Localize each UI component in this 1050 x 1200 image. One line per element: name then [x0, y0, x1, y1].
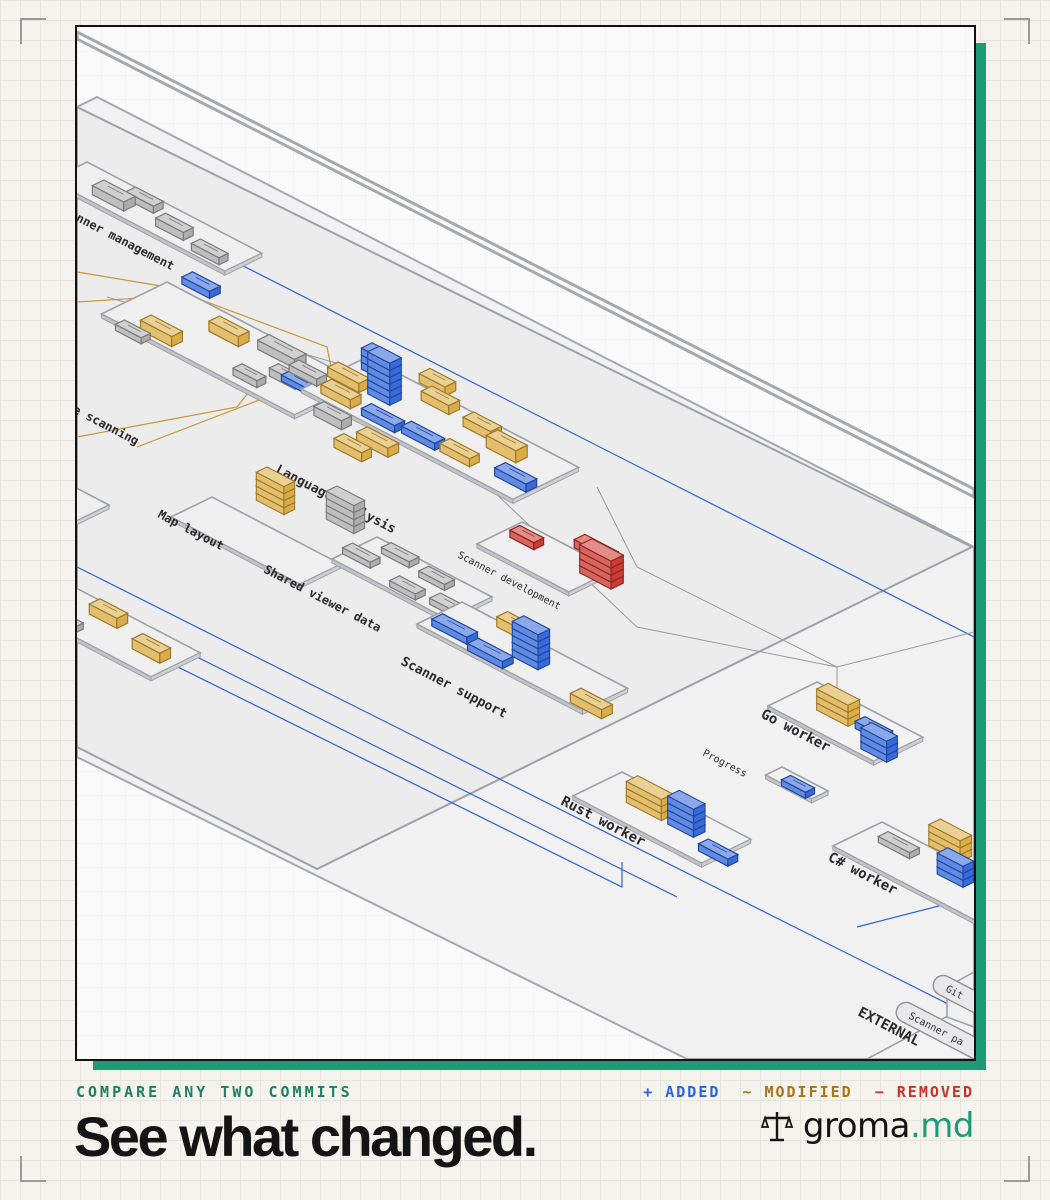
isometric-diagram: anner managemente scanningLanguage analy… [77, 27, 974, 1059]
legend-modified: ~ MODIFIED [742, 1083, 853, 1101]
legend-added: + ADDED [643, 1083, 721, 1101]
brand-name: groma [802, 1106, 911, 1146]
brand-suffix: .md [909, 1106, 975, 1146]
headline: See what changed. [74, 1105, 538, 1168]
tagline: COMPARE ANY TWO COMMITS [76, 1083, 353, 1101]
scale-icon [760, 1112, 793, 1142]
node-lang-a2[interactable] [366, 345, 403, 407]
corner-mark-bottom-right [1004, 1156, 1030, 1182]
change-legend: + ADDED ~ MODIFIED − REMOVED [643, 1083, 974, 1101]
legend-removed: − REMOVED [874, 1083, 974, 1101]
corner-mark-bottom-left [20, 1156, 46, 1182]
corner-mark-top-right [1004, 18, 1030, 44]
corner-mark-top-left [20, 18, 46, 44]
brand-logo: groma.md [760, 1106, 975, 1146]
diagram-frame: anner management e scanning Language analy… [75, 25, 976, 1061]
